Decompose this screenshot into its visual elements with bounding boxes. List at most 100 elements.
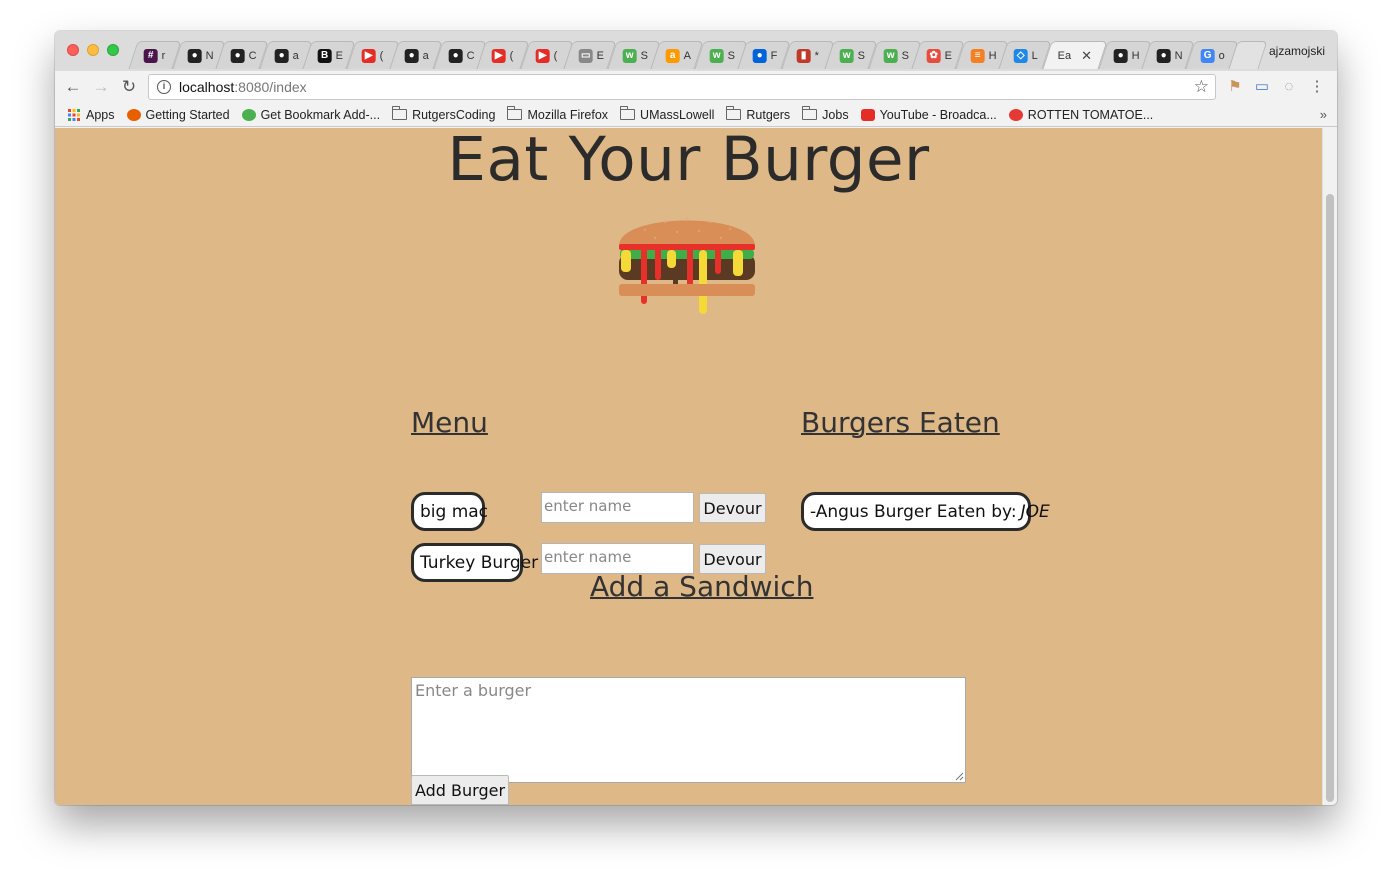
badge-icon: ✿ xyxy=(926,48,941,63)
bookmark-item[interactable]: Mozilla Firefox xyxy=(507,106,609,122)
bookmark-star-icon[interactable]: ☆ xyxy=(1194,77,1209,97)
bookmark-label: RutgersCoding xyxy=(412,107,496,122)
apps-grid-icon xyxy=(68,108,80,121)
folder-icon xyxy=(507,106,523,120)
bootstrap-icon: B xyxy=(317,48,332,63)
bookmark-item[interactable]: Get Bookmark Add-... xyxy=(241,107,381,122)
w3schools-icon: w xyxy=(883,48,898,63)
tab-title: o xyxy=(1218,49,1225,62)
folder-icon xyxy=(620,106,636,120)
flickr-icon: ● xyxy=(752,48,767,63)
tab-title: ( xyxy=(509,49,514,62)
tab-title: S xyxy=(640,49,648,62)
bookmark-item[interactable]: Getting Started xyxy=(126,107,230,122)
close-tab-icon[interactable]: ✕ xyxy=(1081,48,1092,64)
slack-icon: # xyxy=(143,48,158,63)
menu-burger-pill: Turkey Burger xyxy=(411,543,538,582)
folder-icon xyxy=(392,106,408,120)
profile-name[interactable]: ajzamojski xyxy=(1269,44,1325,58)
page-viewport: Eat Your Burger Menu Burgers Eaten big m… xyxy=(55,128,1337,805)
bookmark-label: UMassLowell xyxy=(640,107,715,122)
bookmark-item[interactable]: Apps xyxy=(67,108,115,122)
github-icon: ● xyxy=(1113,48,1128,63)
tab-title: a xyxy=(292,49,299,62)
tab-title: S xyxy=(901,49,909,62)
url-host: localhost xyxy=(179,79,235,95)
bookmark-label: Get Bookmark Add-... xyxy=(260,107,381,122)
github-icon: ● xyxy=(404,48,419,63)
eaten-burger-pill: -Angus Burger Eaten by: JOE xyxy=(801,492,1050,531)
tab-title: C xyxy=(466,49,475,62)
page-title: Eat Your Burger xyxy=(447,128,930,195)
firefox-icon xyxy=(126,108,141,121)
screenshot-extension-icon[interactable]: ▭ xyxy=(1252,77,1272,97)
tab-active[interactable]: Ea ✕ xyxy=(1041,41,1108,69)
youtube-icon: ▶ xyxy=(535,48,550,63)
bookmark-item[interactable]: Rutgers xyxy=(726,106,790,122)
tab-title: A xyxy=(683,49,692,62)
browser-window: # r ● N ● C ● a B E ▶(● a ● C ▶(▶(▭ Ew Sa Aw S ● F ▮ * w Sw S ✿ E ≡ H… xyxy=(55,31,1337,805)
devour-button[interactable]: Devour xyxy=(699,493,766,523)
github-icon: ● xyxy=(448,48,463,63)
reload-icon[interactable]: ↻ xyxy=(119,77,139,97)
bookmark-label: ROTTEN TOMATOE... xyxy=(1027,107,1154,122)
tab-title: E xyxy=(944,49,953,62)
menu-burger-pill: big mac xyxy=(411,492,488,531)
tab-title: N xyxy=(1174,49,1183,62)
bookmarks-bar: Apps Getting Started Get Bookmark Add-... R… xyxy=(55,103,1337,127)
github-icon: ● xyxy=(274,48,289,63)
zoom-window-button[interactable] xyxy=(107,44,119,56)
add-burger-button[interactable]: Add Burger xyxy=(411,775,509,805)
bookmark-item[interactable]: UMassLowell xyxy=(620,106,715,122)
eater-name-input[interactable]: enter name xyxy=(541,492,694,523)
bookmark-item[interactable]: ROTTEN TOMATOE... xyxy=(1008,107,1154,122)
tab-title: ( xyxy=(553,49,558,62)
burgers-eaten-heading: Burgers Eaten xyxy=(801,406,1000,439)
bookmark-item[interactable]: RutgersCoding xyxy=(392,106,496,122)
w3schools-icon: w xyxy=(709,48,724,63)
extension-circle-icon[interactable]: ◌ xyxy=(1279,77,1299,97)
extension-icon[interactable]: ⚑ xyxy=(1225,77,1245,97)
bookmark-label: Mozilla Firefox xyxy=(527,107,609,122)
youtube-icon: ▶ xyxy=(361,48,376,63)
close-window-button[interactable] xyxy=(67,44,79,56)
tab-title: L xyxy=(1031,49,1038,62)
bookmark-label: Jobs xyxy=(822,107,849,122)
tab-title: r xyxy=(161,49,166,62)
w3schools-icon: w xyxy=(839,48,854,63)
tab-title: E xyxy=(335,49,344,62)
browser-toolbar: ← → ↻ i localhost:8080/index ☆ ⚑ ▭ ◌ ⋮ xyxy=(55,71,1337,103)
tomato-icon xyxy=(1008,108,1023,121)
scrollbar-thumb[interactable] xyxy=(1326,194,1334,802)
menu-kebab-icon[interactable]: ⋮ xyxy=(1307,77,1327,97)
address-bar[interactable]: i localhost:8080/index ☆ xyxy=(148,74,1216,100)
folder-icon xyxy=(802,106,818,120)
url-path: :8080/index xyxy=(234,79,307,95)
tab-title: H xyxy=(1131,49,1140,62)
tab-title: H xyxy=(988,49,997,62)
back-arrow-icon[interactable]: ← xyxy=(63,77,83,97)
bookmark-item[interactable]: Jobs xyxy=(802,106,849,122)
info-icon[interactable]: i xyxy=(157,80,171,94)
resize-handle-icon[interactable] xyxy=(955,772,964,781)
menu-heading: Menu xyxy=(411,406,488,439)
youtube-icon xyxy=(860,108,875,121)
tab-title: N xyxy=(205,49,214,62)
burger-textarea[interactable]: Enter a burger xyxy=(411,677,966,783)
eaten-burger-text: -Angus Burger Eaten by: xyxy=(810,501,1017,522)
bookmarks-overflow-icon[interactable]: » xyxy=(1320,107,1327,122)
vertical-scrollbar[interactable] xyxy=(1322,128,1337,805)
minimize-window-button[interactable] xyxy=(87,44,99,56)
folder-icon xyxy=(726,106,742,120)
tab-title: S xyxy=(857,49,866,62)
tab-strip: # r ● N ● C ● a B E ▶(● a ● C ▶(▶(▭ Ew Sa Aw S ● F ▮ * w Sw S ✿ E ≡ H… xyxy=(55,31,1337,71)
tab-title: ( xyxy=(379,49,384,62)
tab-title: a xyxy=(422,49,429,62)
forward-arrow-icon[interactable]: → xyxy=(91,77,111,97)
bookmark-item[interactable]: YouTube - Broadca... xyxy=(860,107,997,122)
bookmark-label: Getting Started xyxy=(145,107,230,122)
youtube-icon: ▶ xyxy=(491,48,506,63)
github-icon: ● xyxy=(230,48,245,63)
bookmark-label: YouTube - Broadca... xyxy=(879,107,997,122)
puzzle-icon xyxy=(241,108,256,121)
